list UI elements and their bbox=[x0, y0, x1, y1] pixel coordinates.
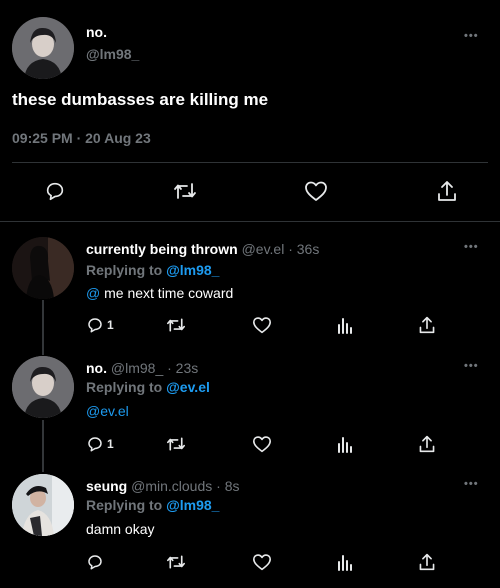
replying-to-link[interactable]: @ev.el bbox=[166, 379, 210, 395]
heart-icon[interactable] bbox=[304, 180, 328, 202]
more-icon[interactable]: ••• bbox=[464, 241, 479, 253]
heart-icon[interactable] bbox=[252, 553, 272, 571]
display-name[interactable]: no. bbox=[86, 24, 107, 40]
reply-icon[interactable]: 1 bbox=[86, 435, 114, 453]
reply-text[interactable]: @ev.el bbox=[86, 403, 129, 419]
views-icon[interactable] bbox=[337, 435, 353, 453]
reply-text: @ me next time coward bbox=[86, 285, 233, 301]
reply-header: seung @min.clouds · 8s bbox=[86, 478, 239, 494]
reply-icon[interactable] bbox=[44, 180, 66, 202]
avatar-portrait-icon bbox=[12, 356, 74, 418]
handle-time[interactable]: @lm98_ · 23s bbox=[111, 360, 198, 376]
thread-line bbox=[42, 300, 44, 355]
reply-header: no. @lm98_ · 23s bbox=[86, 360, 198, 376]
reply-count: 1 bbox=[107, 437, 114, 451]
reply-text-rest: me next time coward bbox=[104, 285, 234, 301]
heart-icon[interactable] bbox=[252, 435, 272, 453]
replying-to: Replying to @lm98_ bbox=[86, 497, 219, 513]
handle-time[interactable]: @ev.el · 36s bbox=[242, 241, 320, 257]
avatar[interactable] bbox=[12, 356, 74, 418]
avatar-portrait-icon bbox=[12, 237, 74, 299]
more-icon[interactable]: ••• bbox=[464, 478, 479, 490]
replying-prefix: Replying to bbox=[86, 262, 163, 278]
reply-text: damn okay bbox=[86, 521, 155, 537]
avatar-portrait-icon bbox=[12, 17, 74, 79]
reply-icon[interactable]: 1 bbox=[86, 316, 114, 334]
more-icon[interactable]: ••• bbox=[464, 30, 479, 42]
mention-at-icon: @ bbox=[86, 285, 101, 301]
reply-icon[interactable] bbox=[86, 553, 104, 571]
share-icon[interactable] bbox=[418, 434, 436, 454]
retweet-icon[interactable] bbox=[173, 180, 197, 202]
display-name[interactable]: no. bbox=[86, 360, 107, 376]
replying-prefix: Replying to bbox=[86, 497, 163, 513]
reply-header: currently being thrown @ev.el · 36s bbox=[86, 241, 319, 257]
views-icon[interactable] bbox=[337, 553, 353, 571]
avatar[interactable] bbox=[12, 237, 74, 299]
handle-time[interactable]: @min.clouds · 8s bbox=[131, 478, 239, 494]
replying-to-link[interactable]: @lm98_ bbox=[166, 262, 219, 278]
more-icon[interactable]: ••• bbox=[464, 360, 479, 372]
display-name[interactable]: seung bbox=[86, 478, 127, 494]
display-name[interactable]: currently being thrown bbox=[86, 241, 238, 257]
retweet-icon[interactable] bbox=[166, 435, 186, 453]
views-icon[interactable] bbox=[337, 316, 353, 334]
avatar[interactable] bbox=[12, 17, 74, 79]
share-icon[interactable] bbox=[418, 315, 436, 335]
share-icon[interactable] bbox=[418, 552, 436, 572]
reply-count: 1 bbox=[107, 318, 114, 332]
handle[interactable]: @lm98_ bbox=[86, 46, 139, 62]
replying-to: Replying to @ev.el bbox=[86, 379, 210, 395]
divider bbox=[0, 221, 500, 222]
replying-prefix: Replying to bbox=[86, 379, 163, 395]
divider bbox=[12, 162, 488, 163]
avatar-portrait-icon bbox=[12, 474, 74, 536]
replying-to: Replying to @lm98_ bbox=[86, 262, 219, 278]
heart-icon[interactable] bbox=[252, 316, 272, 334]
thread-line bbox=[42, 420, 44, 472]
replying-to-link[interactable]: @lm98_ bbox=[166, 497, 219, 513]
avatar[interactable] bbox=[12, 474, 74, 536]
timestamp[interactable]: 09:25 PM · 20 Aug 23 bbox=[12, 130, 151, 146]
retweet-icon[interactable] bbox=[166, 316, 186, 334]
retweet-icon[interactable] bbox=[166, 553, 186, 571]
share-icon[interactable] bbox=[436, 179, 458, 203]
tweet-text: these dumbasses are killing me bbox=[12, 90, 269, 109]
